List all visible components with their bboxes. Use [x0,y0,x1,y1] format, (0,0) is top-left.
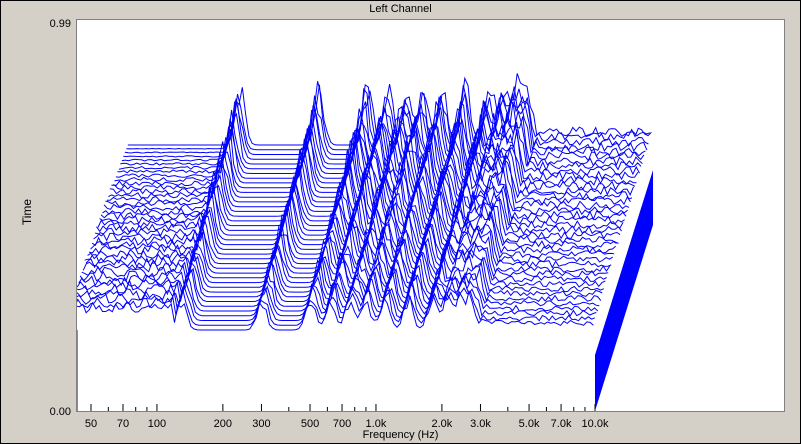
x-tick-label: 7.0k [550,418,572,430]
waterfall-slice-line [81,248,606,293]
x-axis-label: Frequency (Hz) [362,429,439,441]
x-tick-label: 100 [147,418,167,430]
x-tick-label: 200 [213,418,233,430]
y-axis-label: Time [20,198,34,226]
x-tick-label: 700 [332,418,352,430]
plot-area [76,19,785,412]
y-max-label: 0.99 [49,18,71,30]
x-tick-label: 70 [116,418,130,430]
x-tick-label: 500 [300,418,320,430]
waterfall-plot [77,73,653,411]
x-tick-label: 2.0k [431,418,453,430]
x-tick-label: 5.0k [518,418,540,430]
y-min-label: 0.00 [49,406,71,418]
waterfall-slice-line [77,289,594,331]
x-tick-label: 50 [84,418,98,430]
x-tick-label: 3.0k [470,418,491,430]
x-tick-label: 10.0k [581,418,609,430]
x-tick-label: 1.0k [365,418,387,430]
x-tick-label: 300 [252,418,271,430]
chart-title: Left Channel [369,3,432,15]
waterfall-slice-line [77,274,599,317]
